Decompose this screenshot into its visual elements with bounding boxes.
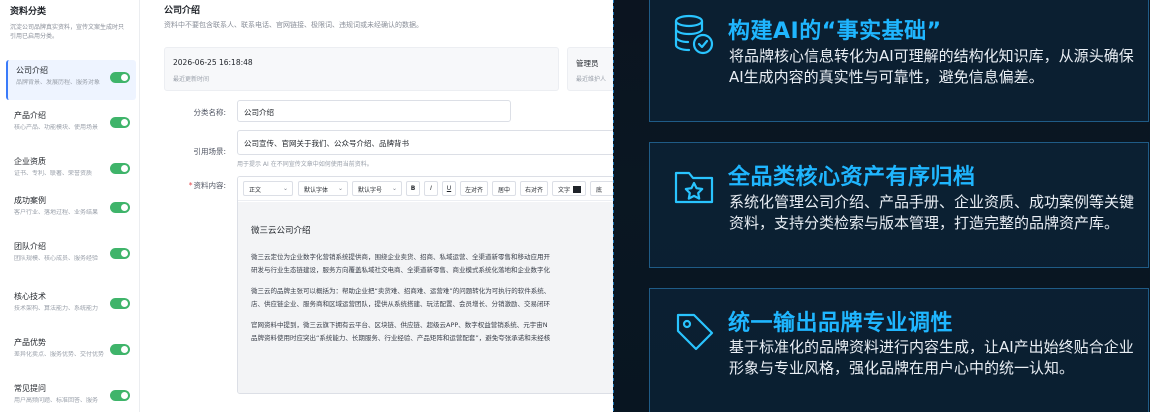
sidebar-item-faq[interactable]: 常见提问 用户高频问题、标准回答、服务 [6, 378, 136, 412]
sidebar-item-advantages[interactable]: 产品优势 差异化卖点、服务优势、交付优势 [6, 332, 136, 372]
editor-line: 研发与行业生态链建设，服务方向覆盖私域社交电商、全渠道新零售、商业模式系统化落地… [251, 266, 550, 274]
sidebar-item-subtitle: 品牌背景、发展历程、服务对象 [16, 79, 101, 86]
enable-toggle[interactable] [110, 72, 130, 83]
text-color-label: 文字 [558, 187, 571, 194]
bg-color-label: 底 [596, 187, 603, 194]
enable-toggle[interactable] [110, 163, 130, 174]
updated-time-card: 2026-06-25 16:18:48 最近更新时间 [164, 47, 559, 91]
align-center-button[interactable]: 居中 [492, 181, 516, 196]
editor-line: 微三云定位为企业数字化营销系统提供商，围绕企业卖货、招商、私域运营、全渠道新零售… [251, 253, 550, 261]
rich-text-editor[interactable]: 正文 ⌄ 默认字体 ⌄ 默认字号 ⌄ B I U 左对齐 居中 右对齐 文字 底 微三… [237, 176, 613, 394]
sidebar-item-company-intro[interactable]: 公司介绍 品牌背景、发展历程、服务对象 [6, 60, 136, 100]
database-check-icon [674, 14, 714, 55]
sidebar-item-subtitle: 用户高频问题、标准回答、服务 [14, 397, 99, 404]
sidebar-item-subtitle: 证书、专利、联著、荣誉资质 [14, 170, 93, 177]
sidebar-item-team[interactable]: 团队介绍 团队规模、核心成员、服务经验 [6, 236, 136, 276]
align-right-button[interactable]: 右对齐 [520, 181, 548, 196]
required-mark: * [188, 181, 193, 190]
category-name-input[interactable]: 公司介绍 [237, 100, 511, 122]
sidebar-item-subtitle: 团队规模、核心成员、服务经验 [14, 255, 99, 262]
editor-paragraph: 微三云定位为企业数字化营销系统提供商，围绕企业卖货、招商、私域运营、全渠道新零售… [251, 251, 613, 277]
feature-card-archive: 全品类核心资产有序归档 系统化管理公司介绍、产品手册、企业资质、成功案例等关键资… [649, 142, 1149, 268]
chevron-down-icon: ⌄ [282, 185, 288, 192]
feature-panel: 构建AI的“事实基础” 将品牌核心信息转化为AI可理解的结构化知识库，从源头确保… [613, 0, 1150, 412]
editor-toolbar: 正文 ⌄ 默认字体 ⌄ 默认字号 ⌄ B I U 左对齐 居中 右对齐 文字 底 [238, 177, 613, 201]
enable-toggle[interactable] [110, 390, 130, 401]
sidebar-item-subtitle: 差异化卖点、服务优势、交付优势 [14, 351, 104, 358]
feature-description: 系统化管理公司介绍、产品手册、企业资质、成功案例等关键资料，支持分类检索与版本管… [729, 193, 1135, 232]
admin-panel: 资料分类 沉淀公司品牌真实资料，宣传文案生成时只引用已启用分类。 公司介绍 品牌… [0, 0, 613, 412]
text-color-button[interactable]: 文字 [552, 181, 586, 196]
bg-color-button[interactable]: 底 [590, 181, 613, 196]
italic-button[interactable]: I [424, 181, 438, 196]
maintainer-label: 最近维护人 [576, 76, 607, 83]
sidebar-item-product-intro[interactable]: 产品介绍 核心产品、功能模块、使用场景 [6, 105, 136, 145]
sidebar-item-subtitle: 技术架构、算法能力、系统能力 [14, 305, 99, 312]
font-select[interactable]: 默认字体 ⌄ [298, 181, 348, 196]
align-left-button[interactable]: 左对齐 [460, 181, 488, 196]
updated-time-label: 最近更新时间 [173, 76, 210, 83]
category-detail: 公司介绍 资料中不要包含联系人、联系电话、官网链接、极限词、违规词或未经确认的数… [158, 0, 613, 412]
editor-line: 微三云的品牌主张可以概括为：帮助企业把“卖货难、招商难、运营难”的问题转化为可执… [251, 287, 551, 295]
scene-hint: 用于提示 AI 在不同宣传文章中如何使用当前资料。 [237, 161, 373, 168]
editor-line: 品牌资料使用时应突出“系统能力、长期服务、行业经验、产品矩阵和运营配套”，避免夸… [251, 334, 551, 342]
sidebar-description: 沉淀公司品牌真实资料，宣传文案生成时只引用已启用分类。 [10, 24, 125, 40]
feature-description: 将品牌核心信息转化为AI可理解的结构化知识库，从源头确保AI生成内容的真实性与可… [729, 47, 1134, 86]
sidebar-item-subtitle: 核心产品、功能模块、使用场景 [14, 124, 99, 131]
chevron-down-icon: ⌄ [391, 185, 397, 192]
editor-paragraph: 微三云的品牌主张可以概括为：帮助企业把“卖货难、招商难、运营难”的问题转化为可执… [251, 285, 613, 311]
sidebar-item-subtitle: 客户行业、落地过程、业务结果 [14, 209, 99, 216]
editor-line: 官网资料中提到，微三云旗下拥有云平台、区块链、供应链、超级云APP、数字权益营销… [251, 321, 548, 329]
sidebar-item-qualification[interactable]: 企业资质 证书、专利、联著、荣誉资质 [6, 151, 136, 191]
scene-label: 引用场景: [193, 147, 226, 156]
folder-star-icon [674, 171, 714, 204]
enable-toggle[interactable] [110, 117, 130, 128]
name-label: 分类名称: [193, 108, 226, 117]
editor-paragraph: 官网资料中提到，微三云旗下拥有云平台、区块链、供应链、超级云APP、数字权益营销… [251, 319, 613, 345]
editor-line: 店、供应链企业、服务商和区域运营团队，提供从系统搭建、玩法配置、会员增长、分销激… [251, 300, 550, 308]
size-select-value: 默认字号 [358, 187, 383, 194]
enable-toggle[interactable] [110, 248, 130, 259]
feature-card-brand-tone: 统一输出品牌专业调性 基于标准化的品牌资料进行内容生成，让AI产出始终贴合企业形… [649, 288, 1149, 412]
feature-title: 全品类核心资产有序归档 [728, 165, 976, 190]
sidebar-item-core-tech[interactable]: 核心技术 技术架构、算法能力、系统能力 [6, 286, 136, 326]
feature-card-fact-base: 构建AI的“事实基础” 将品牌核心信息转化为AI可理解的结构化知识库，从源头确保… [649, 0, 1149, 122]
feature-title: 统一输出品牌专业调性 [728, 311, 954, 336]
enable-toggle[interactable] [110, 344, 130, 355]
underline-button[interactable]: U [442, 181, 456, 196]
bold-button[interactable]: B [406, 181, 420, 196]
updated-time-value: 2026-06-25 16:18:48 [173, 58, 253, 67]
usage-scene-input[interactable]: 公司宣传、官网关于我们、公众号介绍、品牌背书 [237, 130, 613, 155]
paragraph-select-value: 正文 [249, 187, 262, 194]
editor-heading: 微三云公司介绍 [251, 226, 311, 236]
enable-toggle[interactable] [110, 202, 130, 213]
chevron-down-icon: ⌄ [337, 185, 343, 192]
feature-title: 构建AI的“事实基础” [728, 19, 942, 44]
page-title: 公司介绍 [164, 6, 201, 16]
content-label-text: 资料内容: [193, 181, 226, 190]
editor-content[interactable]: 微三云公司介绍 微三云定位为企业数字化营销系统提供商，围绕企业卖货、招商、私域运… [238, 202, 613, 393]
enable-toggle[interactable] [110, 298, 130, 309]
sidebar-title: 资料分类 [10, 7, 47, 17]
page-description: 资料中不要包含联系人、联系电话、官网链接、极限词、违规词或未经确认的数据。 [164, 21, 423, 29]
size-select[interactable]: 默认字号 ⌄ [352, 181, 402, 196]
font-select-value: 默认字体 [304, 187, 329, 194]
paragraph-select[interactable]: 正文 ⌄ [243, 181, 293, 196]
maintainer-card: 管理员 最近维护人 [567, 47, 613, 91]
sidebar-header: 资料分类 沉淀公司品牌真实资料，宣传文案生成时只引用已启用分类。 [0, 0, 139, 56]
category-sidebar: 资料分类 沉淀公司品牌真实资料，宣传文案生成时只引用已启用分类。 公司介绍 品牌… [0, 0, 140, 412]
tag-icon [676, 313, 714, 351]
feature-description: 基于标准化的品牌资料进行内容生成，让AI产出始终贴合企业形象与专业风格，强化品牌… [729, 338, 1134, 377]
maintainer-value: 管理员 [576, 59, 599, 68]
content-label: *资料内容: [164, 180, 226, 191]
color-swatch-icon [573, 186, 582, 193]
sidebar-item-cases[interactable]: 成功案例 客户行业、落地过程、业务结果 [6, 190, 136, 230]
